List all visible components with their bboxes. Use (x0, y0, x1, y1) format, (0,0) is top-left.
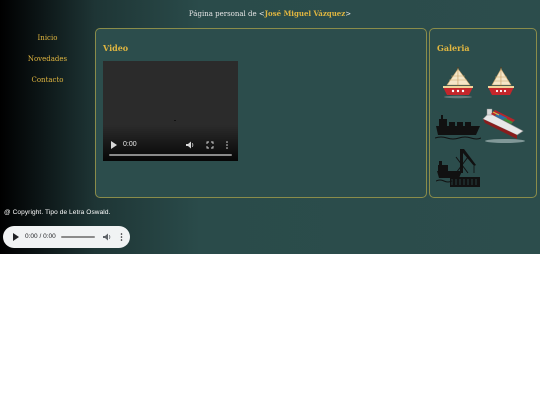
sailboat-icon[interactable] (485, 65, 517, 99)
more-options-icon[interactable] (119, 232, 124, 242)
nav-link-novedades[interactable]: Novedades (0, 51, 95, 72)
header-suffix: > (345, 10, 352, 18)
nav-link-contacto[interactable]: Contacto (0, 72, 95, 93)
audio-progress-track[interactable] (61, 236, 95, 238)
container-ship-icon[interactable] (481, 105, 525, 147)
side-nav: Inicio Novedades Contacto (0, 30, 95, 93)
play-icon[interactable] (110, 140, 118, 150)
port-crane-ship-icon[interactable] (436, 147, 482, 191)
gallery-section: Galeria (429, 28, 537, 198)
volume-icon[interactable] (185, 140, 195, 150)
fullscreen-icon[interactable] (206, 140, 214, 150)
video-time: 0:00 (123, 141, 137, 148)
nav-link-inicio[interactable]: Inicio (0, 30, 95, 51)
video-progress-bar[interactable] (109, 154, 232, 156)
video-player[interactable]: 0:00 (103, 61, 238, 161)
footer-copyright: @ Copyright. Tipo de Letra Oswald. (4, 209, 111, 216)
sailboat-icon[interactable] (439, 65, 477, 99)
video-loading-dot (174, 120, 176, 121)
header-name: José Miguel Vázquez (264, 9, 346, 18)
header-prefix: Página personal de < (188, 10, 265, 18)
video-section: Video 0:00 (95, 28, 427, 198)
page-background: Página personal de <José Miguel Vázquez>… (0, 0, 540, 254)
video-section-title: Video (103, 43, 129, 53)
page-header: Página personal de <José Miguel Vázquez> (0, 8, 540, 20)
tanker-ship-icon[interactable] (435, 111, 481, 141)
gallery-title: Galeria (437, 43, 470, 53)
volume-icon[interactable] (102, 232, 112, 242)
audio-player[interactable]: 0:00 / 0:00 (3, 226, 130, 248)
audio-time: 0:00 / 0:00 (25, 233, 56, 240)
play-icon[interactable] (12, 232, 20, 242)
more-options-icon[interactable] (224, 140, 230, 150)
